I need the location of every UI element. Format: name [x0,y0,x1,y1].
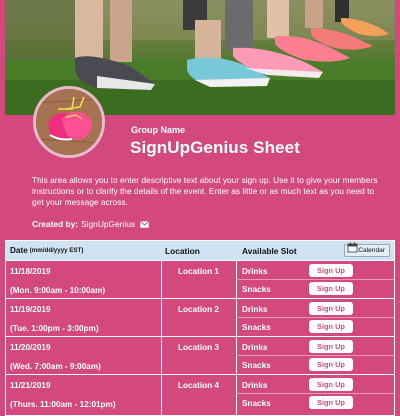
sign-up-button[interactable]: Sign Up [309,264,353,277]
date-format-hint: (mm/dd/yyyy EST) [29,247,84,254]
row-location: Location 3 [178,343,219,352]
column-header-slot: Available Slot [242,245,297,256]
row-location: Location 2 [178,305,219,314]
slot-name: Drinks [242,381,268,390]
slot-divider [236,317,394,318]
sign-up-button[interactable]: Sign Up [309,340,353,353]
slot-name: Snacks [242,361,271,370]
group-name-label: Group Name [131,125,186,135]
calendar-button[interactable]: Calendar [344,242,390,257]
sign-up-button[interactable]: Sign Up [309,358,353,371]
creator-name: SignUpGenius [81,219,136,229]
sheet-logo-image [33,86,105,158]
row-date: 11/21/2019 [10,381,51,390]
calendar-icon [347,242,358,253]
row-time: (Wed. 7:00am - 9:00am) [10,362,101,371]
slot-name: Drinks [242,305,268,314]
slot-divider [236,279,394,280]
table-row: 11/20/2019 (Wed. 7:00am - 9:00am) Location… [6,336,394,374]
table-row: 11/19/2019 (Tue. 1:00pm - 3:00pm) Location… [6,298,394,336]
table-header-row: Date (mm/dd/yyyy EST) Location Available… [6,241,394,260]
sign-up-button[interactable]: Sign Up [309,282,353,295]
table-row: 11/18/2019 (Mon. 9:00am - 10:00am) Locatio… [6,260,394,298]
sign-up-button[interactable]: Sign Up [309,320,353,333]
slot-name: Drinks [242,343,268,352]
sign-up-button[interactable]: Sign Up [309,396,353,409]
envelope-icon[interactable] [140,220,149,228]
row-time: (Mon. 9:00am - 10:00am) [10,286,106,295]
column-header-date: Date (mm/dd/yyyy EST) [10,246,84,255]
slot-divider [236,355,394,356]
slot-divider [236,393,394,394]
table-row: 11/21/2019 (Thurs. 11:00am - 12:01pm) Loca… [6,374,394,412]
column-header-location: Location [165,245,200,256]
signup-table: Date (mm/dd/yyyy EST) Location Available… [5,240,395,416]
pink-sneakers-illustration [36,89,102,155]
row-location: Location 4 [178,381,219,390]
row-time: (Tue. 1:00pm - 3:00pm) [10,324,99,333]
row-date: 11/18/2019 [10,267,51,276]
row-date: 11/20/2019 [10,343,51,352]
signup-page: Group Name SignUpGenius Sheet This area … [0,0,400,416]
slot-name: Snacks [242,285,271,294]
created-by: Created by: SignUpGenius [32,219,149,229]
row-date: 11/19/2019 [10,305,51,314]
sheet-description: This area allows you to enter descriptiv… [32,175,378,208]
row-location: Location 1 [178,267,219,276]
slot-name: Drinks [242,267,268,276]
created-by-label: Created by: [32,219,79,229]
slot-name: Snacks [242,323,271,332]
sign-up-button[interactable]: Sign Up [309,302,353,315]
slot-name: Snacks [242,399,271,408]
page-title: SignUpGenius Sheet [130,138,300,157]
calendar-button-label: Calendar [358,247,385,254]
row-time: (Thurs. 11:00am - 12:01pm) [10,400,116,409]
sign-up-button[interactable]: Sign Up [309,378,353,391]
